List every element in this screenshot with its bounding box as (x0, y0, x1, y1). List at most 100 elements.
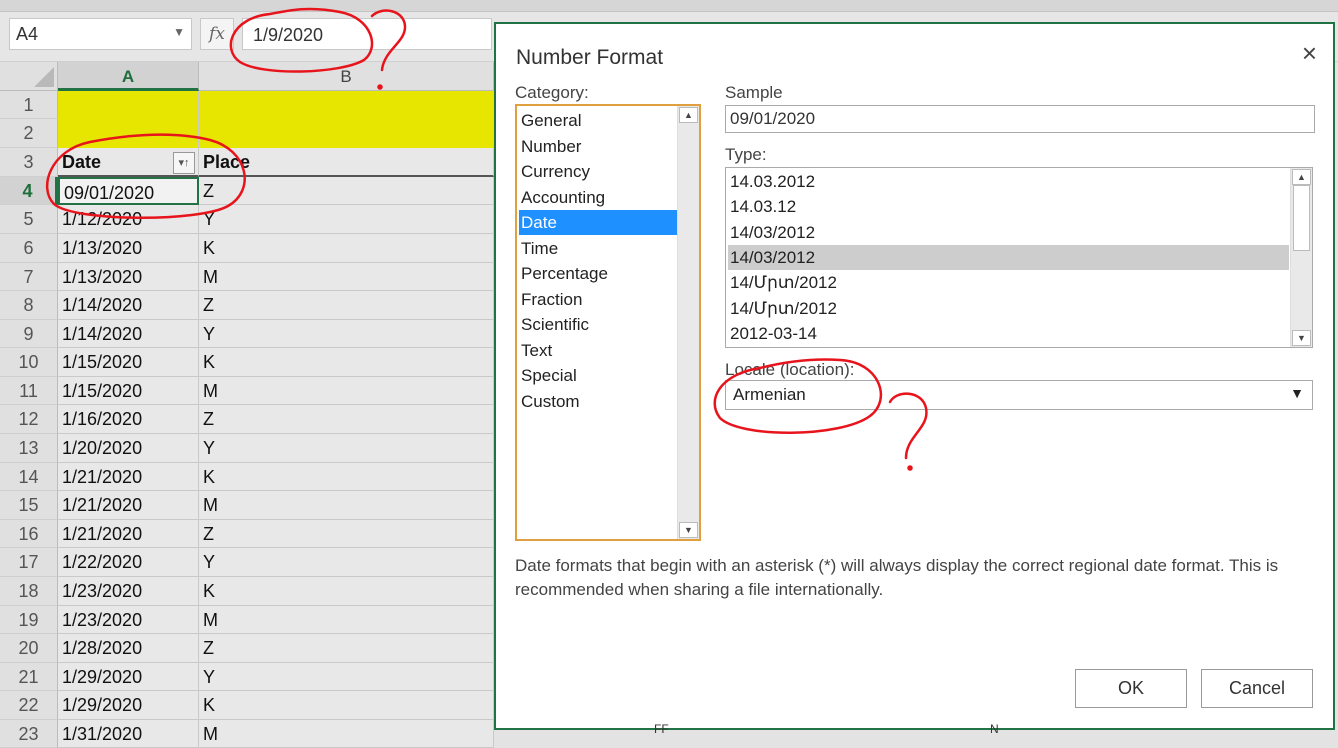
type-item[interactable]: 14/03/2012 (728, 245, 1289, 270)
cell-place[interactable]: M (199, 606, 494, 634)
cell-place[interactable]: K (199, 463, 494, 491)
insert-function-button[interactable]: fx (200, 18, 234, 50)
row-header[interactable]: 10 (0, 348, 58, 377)
row-header[interactable]: 3 (0, 148, 58, 177)
cell-date[interactable]: 1/12/2020 (58, 205, 199, 234)
cell-place[interactable]: Z (199, 405, 494, 434)
type-scrollbar[interactable]: ▲ ▼ (1290, 168, 1312, 347)
cell-date[interactable]: 1/31/2020 (58, 720, 199, 748)
category-item-currency[interactable]: Currency (519, 159, 677, 184)
select-all-corner[interactable] (0, 62, 58, 91)
cell-place[interactable] (199, 91, 494, 119)
chevron-down-icon[interactable]: ▼ (173, 25, 185, 39)
category-item-accounting[interactable]: Accounting (519, 185, 677, 210)
row-header[interactable]: 14 (0, 463, 58, 491)
cell-date[interactable]: 1/15/2020 (58, 377, 199, 405)
ok-button[interactable]: OK (1075, 669, 1187, 708)
category-item-general[interactable]: General (519, 108, 677, 133)
filter-dropdown-icon[interactable]: ▾↑ (173, 152, 195, 174)
cell-place[interactable]: K (199, 234, 494, 263)
category-item-fraction[interactable]: Fraction (519, 287, 677, 312)
cell-date[interactable]: 1/14/2020 (58, 291, 199, 320)
name-box[interactable]: A4 ▼ (9, 18, 192, 50)
row-header[interactable]: 21 (0, 663, 58, 691)
locale-select[interactable]: Armenian ▼ (725, 380, 1313, 410)
scroll-thumb[interactable] (1293, 185, 1310, 251)
scroll-down-icon[interactable]: ▼ (1292, 330, 1311, 346)
type-list[interactable]: 14.03.2012 14.03.12 14/03/2012 14/03/2012 14… (725, 167, 1313, 348)
cell-place[interactable]: K (199, 691, 494, 720)
category-item-time[interactable]: Time (519, 236, 677, 261)
row-header[interactable]: 8 (0, 291, 58, 320)
row-header[interactable]: 15 (0, 491, 58, 520)
type-item[interactable]: 14.03.2012 (728, 169, 1289, 194)
cell-date[interactable]: 1/28/2020 (58, 634, 199, 663)
cell-place[interactable]: K (199, 348, 494, 377)
row-header[interactable]: 2 (0, 119, 58, 148)
cell-place[interactable]: M (199, 491, 494, 520)
category-scrollbar[interactable]: ▲ ▼ (677, 106, 699, 539)
cell-place[interactable]: Y (199, 320, 494, 348)
category-item-number[interactable]: Number (519, 134, 677, 159)
category-item-special[interactable]: Special (519, 363, 677, 388)
cell-date[interactable]: 1/13/2020 (58, 263, 199, 291)
scroll-up-icon[interactable]: ▲ (1292, 169, 1311, 185)
row-header[interactable]: 5 (0, 205, 58, 234)
cancel-button[interactable]: Cancel (1201, 669, 1313, 708)
row-header[interactable]: 4 (0, 177, 58, 205)
scroll-up-icon[interactable]: ▲ (679, 107, 698, 123)
cell-place[interactable]: Y (199, 205, 494, 234)
cell-date[interactable]: 1/23/2020 (58, 577, 199, 606)
column-header-a[interactable]: A (58, 62, 199, 91)
cell-place[interactable]: Y (199, 663, 494, 691)
cell-place[interactable]: Z (199, 291, 494, 320)
chevron-down-icon[interactable]: ▼ (1290, 385, 1304, 401)
cell-date[interactable]: 1/13/2020 (58, 234, 199, 263)
type-item[interactable]: 14/Մրտ/2012 (728, 270, 1289, 295)
type-item[interactable]: 14/03/2012 (728, 220, 1289, 245)
cell-place[interactable]: Y (199, 548, 494, 577)
type-item[interactable]: 2012-03-14 (728, 321, 1289, 346)
category-item-scientific[interactable]: Scientific (519, 312, 677, 337)
cell-date[interactable]: 1/20/2020 (58, 434, 199, 463)
cell-date[interactable] (58, 91, 199, 119)
category-item-date[interactable]: Date (519, 210, 677, 235)
cell-place[interactable]: Z (199, 634, 494, 663)
cell-date[interactable]: 1/14/2020 (58, 320, 199, 348)
row-header[interactable]: 20 (0, 634, 58, 663)
row-header[interactable]: 16 (0, 520, 58, 548)
cell-date[interactable]: 1/29/2020 (58, 663, 199, 691)
cell-date[interactable]: 1/21/2020 (58, 520, 199, 548)
row-header[interactable]: 9 (0, 320, 58, 348)
row-header[interactable]: 6 (0, 234, 58, 263)
cell-date[interactable] (58, 119, 199, 148)
column-header-b[interactable]: B (199, 62, 494, 91)
row-header[interactable]: 13 (0, 434, 58, 463)
cell-place[interactable]: Z (199, 520, 494, 548)
cell-place[interactable] (199, 119, 494, 148)
cell-place[interactable]: M (199, 720, 494, 748)
cell-place[interactable]: Y (199, 434, 494, 463)
category-list[interactable]: General Number Currency Accounting Date Time P… (515, 104, 701, 541)
row-header[interactable]: 19 (0, 606, 58, 634)
category-item-custom[interactable]: Custom (519, 389, 677, 414)
cell-date[interactable]: 1/16/2020 (58, 405, 199, 434)
category-item-percentage[interactable]: Percentage (519, 261, 677, 286)
scroll-down-icon[interactable]: ▼ (679, 522, 698, 538)
cell-date[interactable]: 09/01/2020 (58, 177, 199, 205)
row-header[interactable]: 11 (0, 377, 58, 405)
cell-date[interactable]: 1/15/2020 (58, 348, 199, 377)
cell-date[interactable]: 1/23/2020 (58, 606, 199, 634)
cell-place[interactable]: M (199, 263, 494, 291)
close-icon[interactable]: × (1302, 38, 1317, 69)
row-header[interactable]: 17 (0, 548, 58, 577)
header-cell-place[interactable]: Place (199, 148, 494, 177)
row-header[interactable]: 22 (0, 691, 58, 720)
row-header[interactable]: 23 (0, 720, 58, 748)
cell-place[interactable]: Z (199, 177, 494, 205)
cell-place[interactable]: M (199, 377, 494, 405)
formula-input[interactable]: 1/9/2020 (242, 18, 492, 50)
cell-date[interactable]: 1/22/2020 (58, 548, 199, 577)
cell-date[interactable]: 1/21/2020 (58, 463, 199, 491)
category-item-text[interactable]: Text (519, 338, 677, 363)
